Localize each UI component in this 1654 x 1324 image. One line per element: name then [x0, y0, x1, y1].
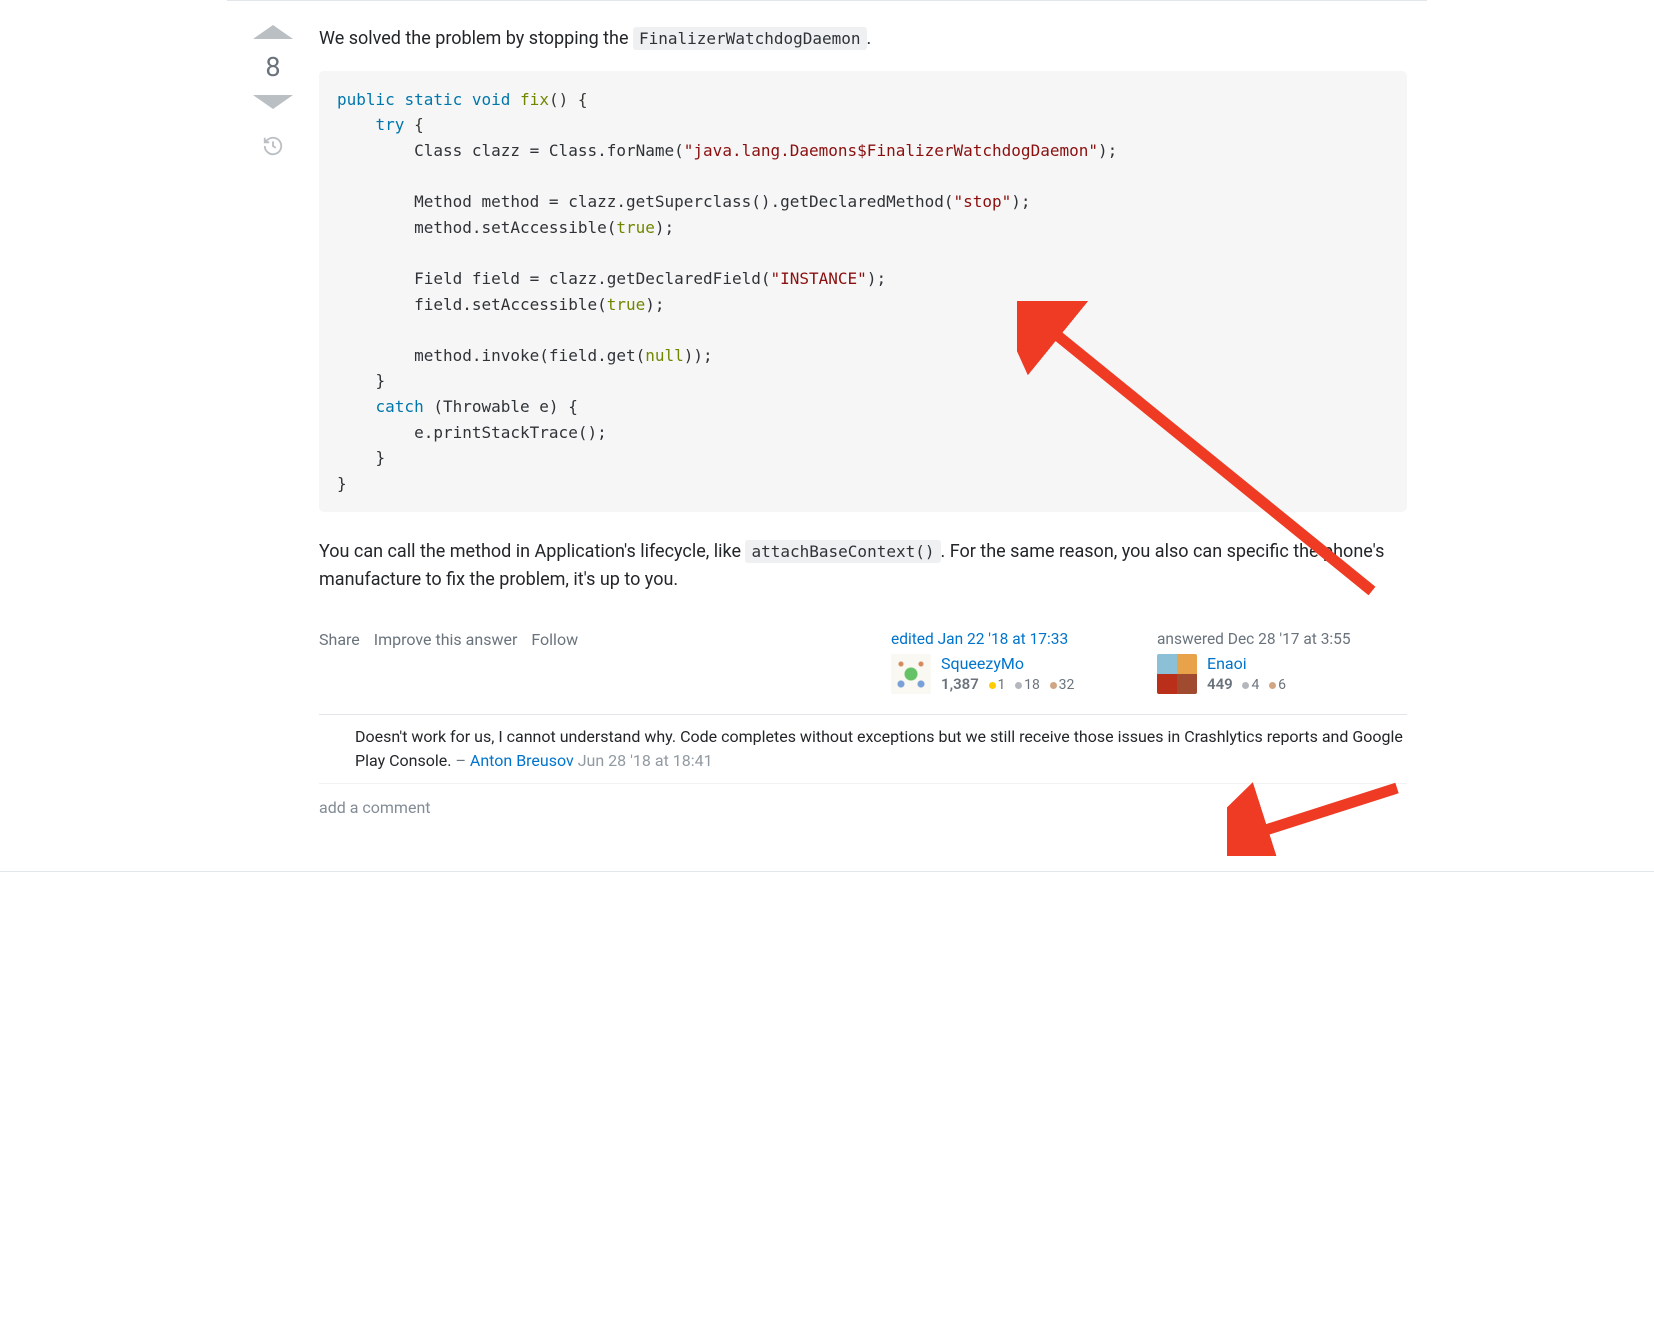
author-name[interactable]: Enaoi [1207, 654, 1286, 673]
divider [0, 871, 1654, 872]
code-block: public static void fix() { try { Class c… [319, 71, 1407, 513]
upvote-button[interactable] [253, 25, 293, 39]
comment: Doesn't work for us, I cannot understand… [319, 715, 1407, 784]
add-comment-link[interactable]: add a comment [319, 784, 1407, 817]
gold-badge-icon [989, 682, 996, 689]
comment-user[interactable]: Anton Breusov [470, 751, 574, 770]
intro-text: We solved the problem by stopping the [319, 28, 633, 49]
edited-time[interactable]: edited Jan 22 '18 at 17:33 [891, 630, 1141, 648]
history-icon[interactable] [262, 135, 284, 162]
downvote-button[interactable] [253, 95, 293, 109]
answer-body: We solved the problem by stopping the Fi… [319, 25, 1407, 817]
intro-tail: . [867, 28, 872, 49]
follow-link[interactable]: Follow [531, 630, 578, 649]
bronze-badge-icon [1269, 682, 1276, 689]
intro-paragraph: We solved the problem by stopping the Fi… [319, 25, 1407, 53]
comment-dash: – [455, 751, 469, 770]
author-box: answered Dec 28 '17 at 3:55 Enaoi 449 4 … [1157, 630, 1407, 694]
author-rep: 449 4 6 [1207, 675, 1286, 693]
answered-time: answered Dec 28 '17 at 3:55 [1157, 630, 1407, 648]
share-link[interactable]: Share [319, 630, 360, 649]
post-actions-row: Share Improve this answer Follow edited … [319, 630, 1407, 694]
comments-section: Doesn't work for us, I cannot understand… [319, 714, 1407, 817]
silver-badge-icon [1015, 682, 1022, 689]
inline-code: attachBaseContext() [745, 540, 940, 563]
action-links: Share Improve this answer Follow [319, 630, 875, 649]
answer-container: 8 We solved the problem by stopping the … [227, 0, 1427, 847]
footnote-paragraph: You can call the method in Application's… [319, 538, 1407, 594]
avatar[interactable] [891, 654, 931, 694]
editor-box: edited Jan 22 '18 at 17:33 SqueezyMo 1,3… [891, 630, 1141, 694]
improve-link[interactable]: Improve this answer [374, 630, 518, 649]
inline-code: FinalizerWatchdogDaemon [633, 27, 867, 50]
silver-badge-icon [1242, 682, 1249, 689]
vote-count: 8 [265, 51, 280, 83]
bronze-badge-icon [1050, 682, 1057, 689]
editor-rep: 1,387 1 18 32 [941, 675, 1074, 693]
editor-name[interactable]: SqueezyMo [941, 654, 1074, 673]
avatar[interactable] [1157, 654, 1197, 694]
comment-time[interactable]: Jun 28 '18 at 18:41 [578, 751, 713, 770]
foot-text: You can call the method in Application's… [319, 541, 745, 562]
vote-column: 8 [247, 25, 299, 817]
